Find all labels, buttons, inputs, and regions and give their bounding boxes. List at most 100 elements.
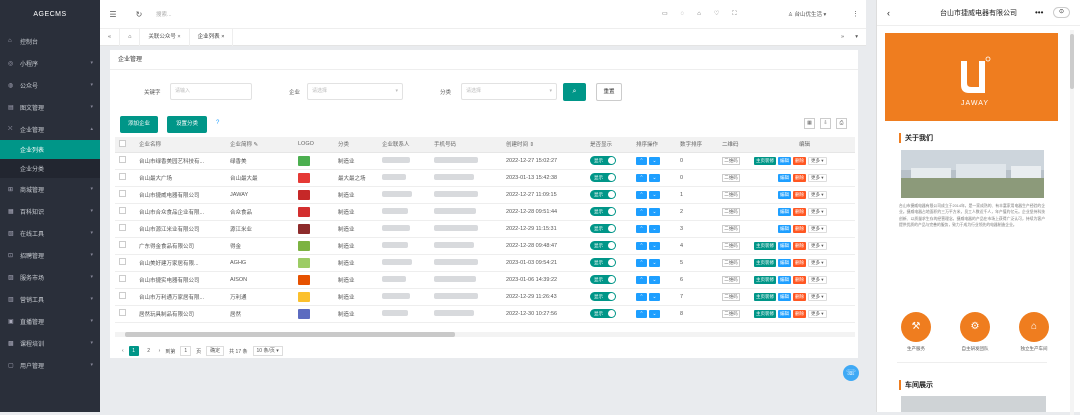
more-dropdown[interactable]: 更多 ▾ — [808, 309, 827, 318]
row-checkbox[interactable] — [115, 305, 135, 323]
tab-wechat[interactable]: 关联公众号 × — [140, 28, 190, 46]
sidebar-item[interactable]: ▢ 用户管理 ▾ — [0, 354, 100, 376]
edit-button[interactable]: 编辑 — [778, 156, 791, 165]
per-page-select[interactable]: 10 条/页 ▾ — [252, 346, 283, 356]
page-1[interactable]: 1 — [128, 346, 139, 356]
move-up-icon[interactable]: ⌃ — [636, 241, 647, 250]
delete-button[interactable]: 删除 — [793, 156, 806, 165]
qr-code[interactable]: 二维码 — [718, 271, 750, 289]
edit-button[interactable]: 编辑 — [778, 207, 791, 216]
move-up-icon[interactable]: ⌃ — [636, 190, 647, 199]
move-down-icon[interactable]: ⌄ — [649, 190, 660, 199]
move-up-icon[interactable]: ⌃ — [636, 156, 647, 165]
qr-code[interactable]: 二维码 — [718, 169, 750, 187]
move-up-icon[interactable]: ⌃ — [636, 207, 647, 216]
more-icon[interactable]: ••• — [1035, 8, 1043, 17]
table-row[interactable]: 广东得金食品有限公司 得金 制造业 2022-12-28 09:48:47 显示 ⌃ ⌄ 4 二… — [115, 237, 855, 255]
move-up-icon[interactable]: ⌃ — [636, 224, 647, 233]
table-row[interactable]: 台山市捷实电器有限公司 AISON 制造业 2023-01-06 14:39:22 显示… — [115, 271, 855, 289]
visibility-toggle[interactable]: 显示 — [586, 237, 632, 255]
prev-page-icon[interactable]: ‹ — [122, 348, 124, 354]
category-select[interactable]: 请选择 ▾ — [461, 83, 557, 100]
edit-button[interactable]: 编辑 — [778, 224, 791, 233]
sidebar-item[interactable]: ▦ 百科知识 ▾ — [0, 200, 100, 222]
home-decor-button[interactable]: 主页装修 — [754, 156, 776, 165]
company-select[interactable]: 请选择 ▾ — [307, 83, 403, 100]
home-decor-button[interactable]: 主页装修 — [754, 241, 776, 250]
table-row[interactable]: 台山市合众食品企业有限... 合众食品 制造业 2022-12-28 09:51:44… — [115, 203, 855, 221]
edit-button[interactable]: 编辑 — [778, 275, 791, 284]
visibility-toggle[interactable]: 显示 — [586, 152, 632, 170]
more-dropdown[interactable]: 更多 ▾ — [808, 224, 827, 233]
table-row[interactable]: 居然玩具制品有限公司 居然 制造业 2022-12-30 10:27:56 显示 ⌃ ⌄ 8 二… — [115, 305, 855, 323]
search-button[interactable]: ⌕ — [563, 83, 586, 101]
sidebar-item[interactable]: ▧ 在线工具 ▾ — [0, 222, 100, 244]
tool-icons[interactable]: ▭◌⌂♡⛶ — [662, 10, 749, 18]
more-dropdown[interactable]: 更多 ▾ — [808, 241, 827, 250]
table-row[interactable]: 台山市捷威电器有限公司 JAWAY 制造业 2022-12-27 11:09:15 显示… — [115, 186, 855, 204]
delete-button[interactable]: 删除 — [793, 275, 806, 284]
table-row[interactable]: 台山市源江米业有限公司 源江米业 制造业 2022-12-29 11:15:31 显示 ⌃… — [115, 220, 855, 238]
sidebar-item[interactable]: ▤ 图文管理 ▾ — [0, 96, 100, 118]
add-company-button[interactable]: 添加企业 — [120, 116, 158, 133]
row-checkbox[interactable] — [115, 203, 135, 221]
home-decor-button[interactable]: 主页装修 — [754, 275, 776, 284]
move-down-icon[interactable]: ⌄ — [649, 156, 660, 165]
row-checkbox[interactable] — [115, 288, 135, 306]
more-dropdown[interactable]: 更多 ▾ — [808, 190, 827, 199]
columns-icon[interactable]: ▦ — [804, 118, 815, 129]
customer-service-icon[interactable]: ☏ — [843, 365, 859, 381]
help-icon[interactable]: ? — [216, 120, 219, 126]
row-checkbox[interactable] — [115, 152, 135, 170]
delete-button[interactable]: 删除 — [793, 207, 806, 216]
select-all-checkbox[interactable] — [115, 137, 135, 153]
qr-code[interactable]: 二维码 — [718, 305, 750, 323]
row-checkbox[interactable] — [115, 186, 135, 204]
move-down-icon[interactable]: ⌄ — [649, 224, 660, 233]
page-2[interactable]: 2 — [144, 346, 154, 356]
sidebar-item[interactable]: ▩ 课程培训 ▾ — [0, 332, 100, 354]
move-down-icon[interactable]: ⌄ — [649, 309, 660, 318]
tab-company-list[interactable]: 企业列表 × — [190, 28, 234, 46]
move-up-icon[interactable]: ⌃ — [636, 309, 647, 318]
horizontal-scrollbar[interactable] — [115, 332, 855, 337]
edit-button[interactable]: 编辑 — [778, 173, 791, 182]
delete-button[interactable]: 删除 — [793, 241, 806, 250]
visibility-toggle[interactable]: 显示 — [586, 186, 632, 204]
more-dropdown[interactable]: 更多 ▾ — [808, 275, 827, 284]
back-icon[interactable]: ‹ — [887, 8, 890, 18]
table-row[interactable]: 台山最大广场 台山最大最 最大最之场 2023-01-13 15:42:38 显示 ⌃ ⌄ 0… — [115, 169, 855, 187]
mobile-scrollbar[interactable] — [1070, 30, 1074, 415]
row-checkbox[interactable] — [115, 220, 135, 238]
table-row[interactable]: 台山市万利通万家居有限... 万利通 制造业 2022-12-29 11:26:43 显… — [115, 288, 855, 306]
home-decor-button[interactable]: 主页装修 — [754, 309, 776, 318]
qr-code[interactable]: 二维码 — [718, 152, 750, 170]
move-up-icon[interactable]: ⌃ — [636, 173, 647, 182]
page-input[interactable]: 1 — [180, 346, 192, 356]
visibility-toggle[interactable]: 显示 — [586, 220, 632, 238]
edit-button[interactable]: 编辑 — [778, 292, 791, 301]
visibility-toggle[interactable]: 显示 — [586, 305, 632, 323]
reset-button[interactable]: 重置 — [596, 83, 622, 101]
menu-icon[interactable]: ☰ — [100, 10, 126, 19]
sidebar-item[interactable]: ▥ 营销工具 ▾ — [0, 288, 100, 310]
move-down-icon[interactable]: ⌄ — [649, 241, 660, 250]
sidebar-item[interactable]: ⌂ 控制台 — [0, 30, 100, 52]
more-dropdown[interactable]: 更多 ▾ — [808, 258, 827, 267]
sidebar-item[interactable]: ◍ 公众号 ▾ — [0, 74, 100, 96]
qr-code[interactable]: 二维码 — [718, 186, 750, 204]
set-category-button[interactable]: 设置分类 — [167, 116, 207, 133]
sidebar-item[interactable]: ▨ 服务市场 ▾ — [0, 266, 100, 288]
sidebar-item-company-list[interactable]: 企业列表 — [0, 140, 100, 159]
tab-scroll-left-icon[interactable]: « — [100, 28, 121, 46]
visibility-toggle[interactable]: 显示 — [586, 169, 632, 187]
print-icon[interactable]: ⎙ — [836, 118, 847, 129]
move-down-icon[interactable]: ⌄ — [649, 173, 660, 182]
sidebar-item[interactable]: ⊡ 招聘管理 ▾ — [0, 244, 100, 266]
move-down-icon[interactable]: ⌄ — [649, 275, 660, 284]
delete-button[interactable]: 删除 — [793, 258, 806, 267]
search-input[interactable]: 搜索... — [156, 10, 172, 18]
user-menu[interactable]: ♙ 台山优生活 ▾ — [788, 10, 826, 18]
more-icon[interactable]: ⋮ — [852, 10, 859, 18]
row-checkbox[interactable] — [115, 254, 135, 272]
